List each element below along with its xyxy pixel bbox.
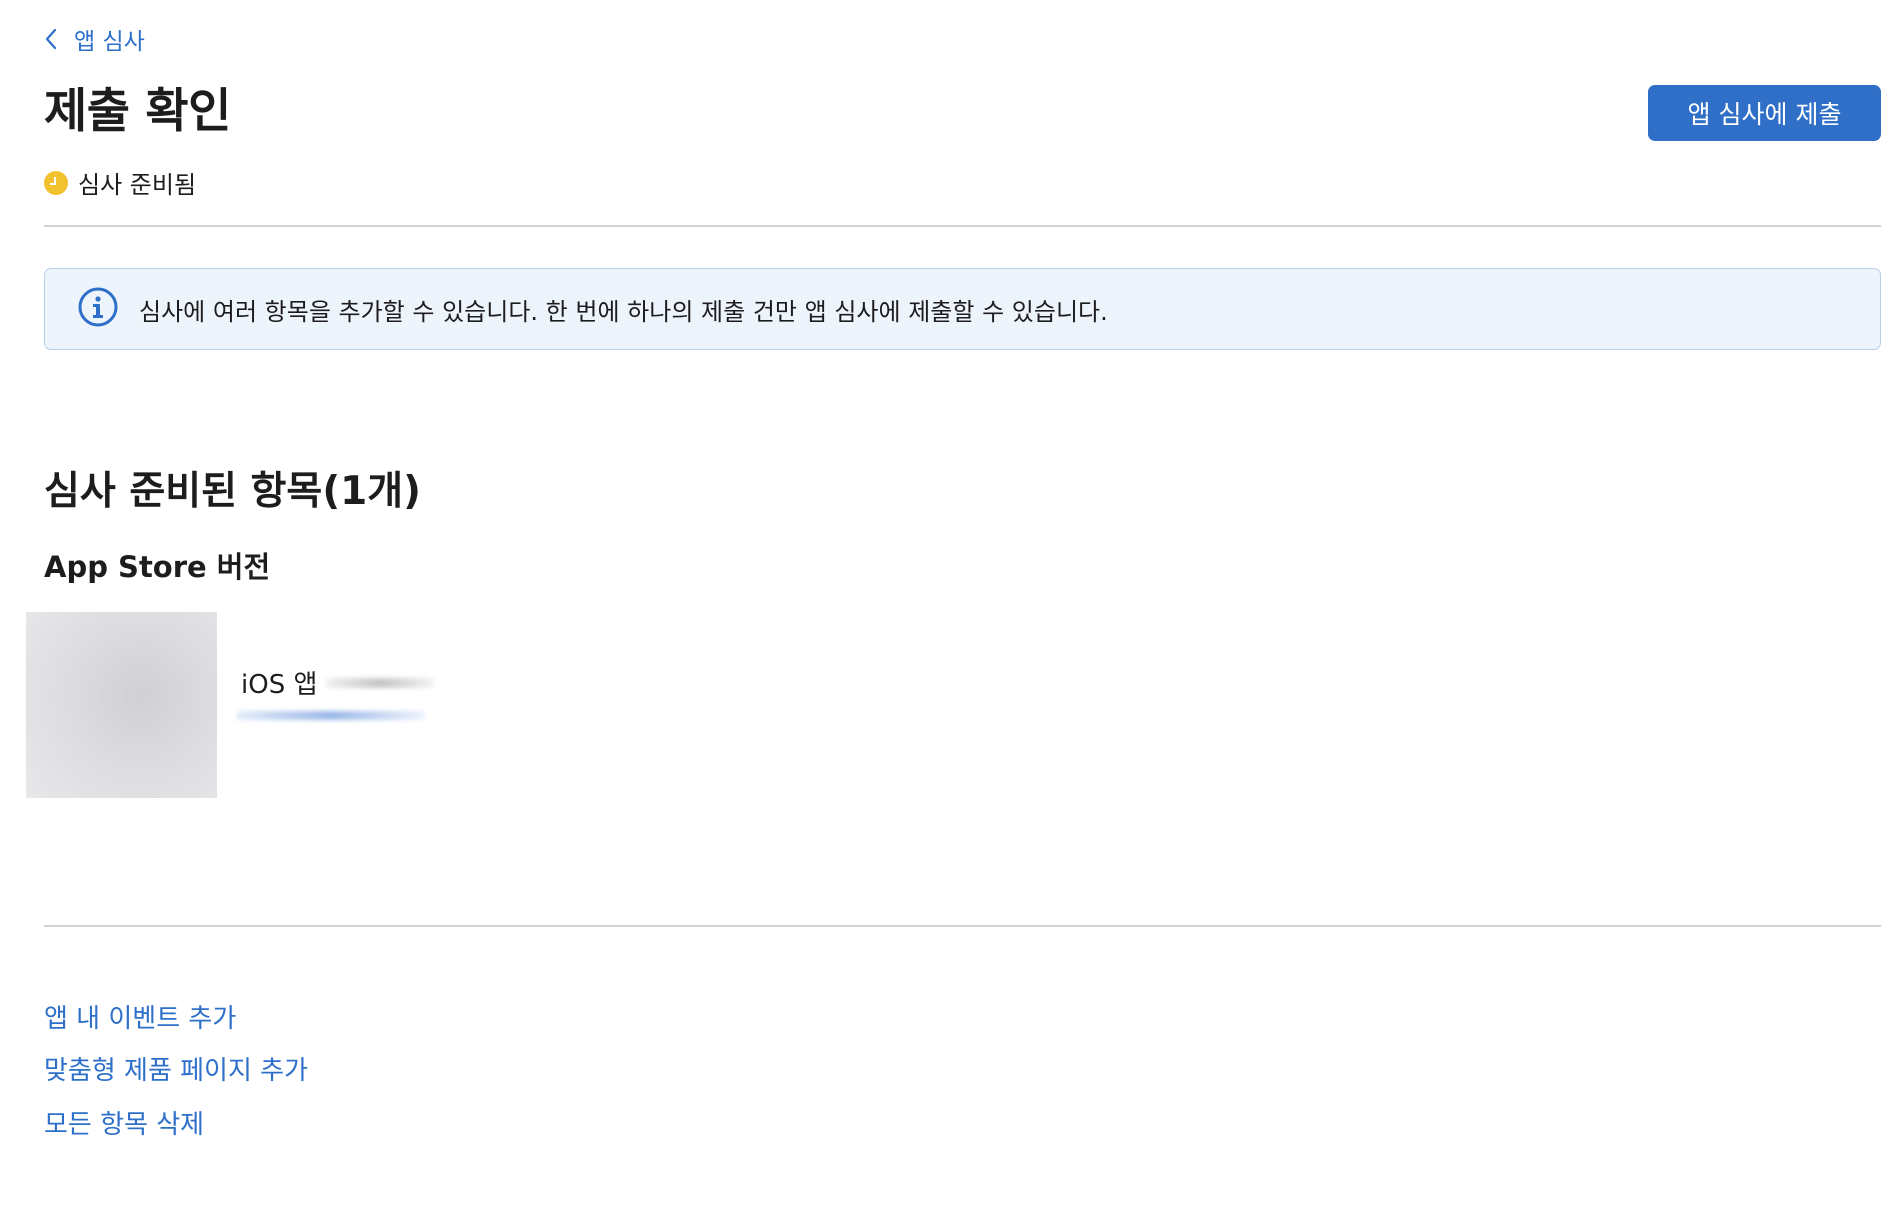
info-banner-text: 심사에 여러 항목을 추가할 수 있습니다. 한 번에 하나의 제출 건만 앱 … (139, 297, 1108, 326)
divider (44, 225, 1881, 227)
item-title-prefix: iOS 앱 (241, 670, 318, 700)
delete-all-items-link[interactable]: 모든 항목 삭제 (44, 1104, 204, 1141)
info-icon (77, 286, 119, 332)
app-icon-thumbnail (26, 612, 217, 798)
divider (44, 925, 1881, 927)
app-store-version-heading: App Store 버전 (44, 550, 271, 584)
info-banner: 심사에 여러 항목을 추가할 수 있습니다. 한 번에 하나의 제출 건만 앱 … (44, 268, 1881, 350)
breadcrumb-label[interactable]: 앱 심사 (74, 22, 145, 56)
clock-icon (44, 170, 68, 195)
section-heading: 심사 준비된 항목(1개) (44, 469, 421, 514)
add-in-app-event-link[interactable]: 앱 내 이벤트 추가 (44, 998, 236, 1035)
breadcrumb[interactable]: 앱 심사 (44, 22, 145, 56)
page-title: 제출 확인 (44, 84, 231, 139)
add-custom-product-page-link[interactable]: 맞춤형 제품 페이지 추가 (44, 1050, 308, 1087)
status-label: 심사 준비됨 (78, 171, 197, 199)
redacted-version-text (325, 677, 436, 688)
submit-to-app-review-button[interactable]: 앱 심사에 제출 (1648, 85, 1881, 141)
chevron-left-icon (44, 28, 58, 50)
page: 앱 심사 제출 확인 앱 심사에 제출 심사 준비됨 심사에 여러 항목을 추가… (0, 0, 1904, 1224)
redacted-item-link[interactable] (236, 711, 426, 720)
item-title: iOS 앱 (241, 664, 436, 701)
status-indicator: 심사 준비됨 (44, 165, 196, 200)
